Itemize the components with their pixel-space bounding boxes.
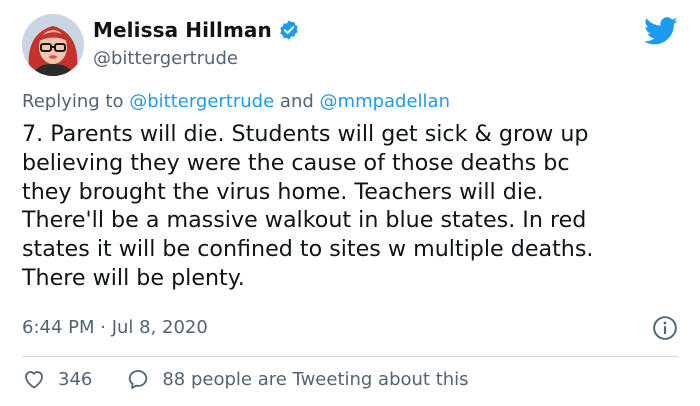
author-display-name[interactable]: Melissa Hillman bbox=[93, 18, 272, 42]
mention-link[interactable]: @bittergertrude bbox=[129, 91, 274, 112]
reply-button[interactable]: 88 people are Tweeting about this bbox=[126, 367, 469, 391]
twitter-logo[interactable] bbox=[644, 14, 678, 48]
speech-bubble-icon bbox=[129, 370, 148, 389]
info-button[interactable] bbox=[652, 315, 678, 341]
replying-to-line: Replying to @bittergertrude and @mmpadel… bbox=[22, 91, 450, 112]
author-handle[interactable]: @bittergertrude bbox=[93, 48, 238, 69]
like-count: 346 bbox=[58, 368, 93, 390]
tweeting-about-text: 88 people are Tweeting about this bbox=[162, 368, 469, 390]
info-icon bbox=[653, 316, 677, 340]
like-button[interactable]: 346 bbox=[22, 367, 92, 391]
tweet-timestamp[interactable]: 6:44 PM · Jul 8, 2020 bbox=[22, 317, 208, 338]
author-name-row: Melissa Hillman bbox=[93, 18, 300, 42]
heart-icon bbox=[25, 371, 43, 389]
verified-badge-icon bbox=[280, 20, 298, 40]
divider bbox=[22, 356, 678, 357]
replying-to-conjunction: and bbox=[279, 91, 314, 112]
twitter-bird-icon bbox=[644, 17, 678, 45]
avatar[interactable] bbox=[22, 14, 84, 76]
avatar-photo bbox=[22, 14, 84, 76]
action-bar: 346 88 people are Tweeting about this bbox=[22, 367, 469, 391]
tweet-text: 7. Parents will die. Students will get s… bbox=[22, 121, 594, 291]
replying-to-label: Replying to bbox=[22, 91, 124, 112]
mention-link[interactable]: @mmpadellan bbox=[320, 91, 450, 112]
